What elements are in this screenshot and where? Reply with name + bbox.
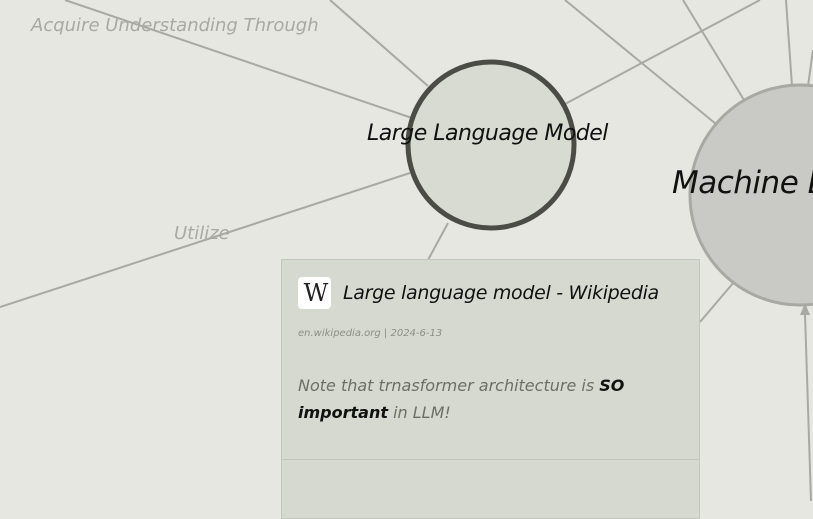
edge-bottom-to-ml <box>804 313 812 501</box>
edge-card-to-ml <box>699 281 735 323</box>
edge-label-acquire: Acquire Understanding Through <box>31 15 319 36</box>
link-card[interactable]: W Large language model - Wikipedia en.wi… <box>281 259 700 519</box>
wikipedia-icon: W <box>298 277 331 309</box>
edge-top-to-ml-b <box>682 0 745 101</box>
card-title[interactable]: Large language model - Wikipedia <box>343 282 659 304</box>
edge-llm-up-right <box>564 0 761 105</box>
card-separator: | <box>383 328 388 339</box>
card-note: Note that trnasformer architecture is SO… <box>298 372 688 426</box>
edge-label-utilize: Utilize <box>174 223 230 244</box>
card-date: 2024-6-13 <box>390 328 443 339</box>
card-source: en.wikipedia.org <box>298 328 381 339</box>
edge-top-to-ml-c <box>785 0 793 87</box>
card-note-text: Note that trnasformer architecture is <box>298 376 600 395</box>
node-llm-label[interactable]: Large Language Model <box>367 121 608 146</box>
edge-llm-to-card <box>427 222 449 261</box>
edge-top-to-ml-d <box>807 49 813 87</box>
node-ml-label[interactable]: Machine L <box>672 165 813 201</box>
edge-top-to-llm <box>329 0 429 87</box>
card-divider <box>282 459 699 460</box>
card-meta: en.wikipedia.org | 2024-6-13 <box>298 328 442 339</box>
card-note-tail: in LLM! <box>387 403 451 422</box>
